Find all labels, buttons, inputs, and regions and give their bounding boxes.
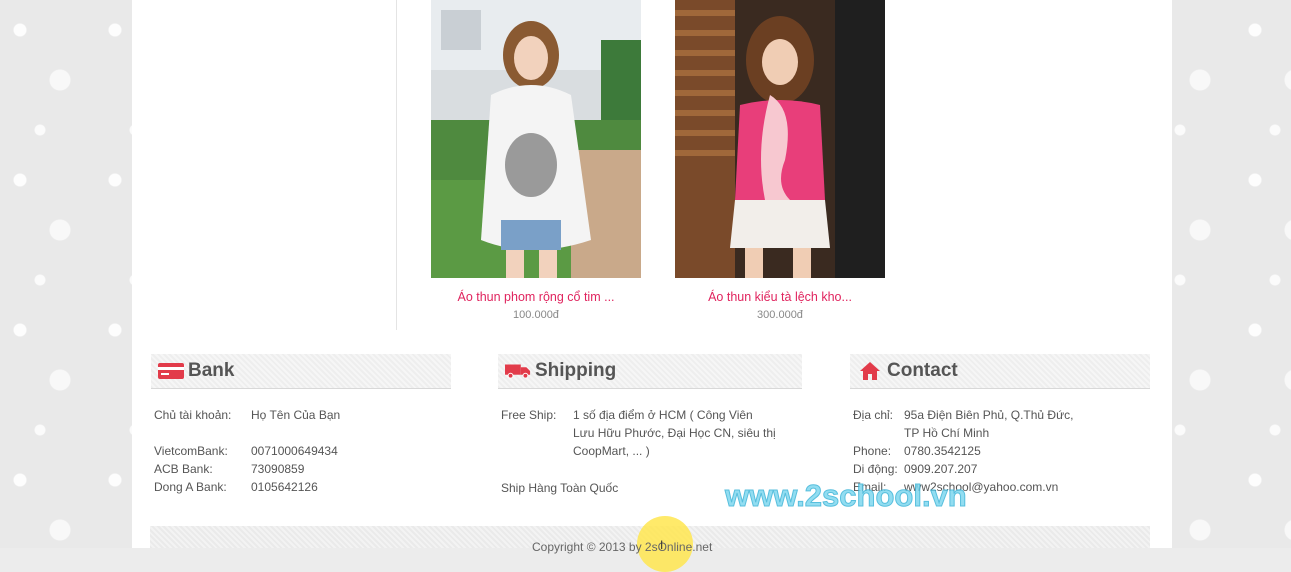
shipping-header: Shipping [498,354,802,389]
contact-section: Contact [850,354,1150,389]
bank-account-number: 0071000649434 [251,444,338,458]
product-price: 100.000đ [513,309,559,321]
shipping-title: Shipping [535,360,617,381]
bank-title: Bank [188,360,235,381]
bank-account-label: Dong A Bank: [154,480,227,494]
contact-title: Contact [887,360,958,381]
home-icon [857,362,883,380]
free-ship-label: Free Ship: [501,408,557,422]
product-name[interactable]: Áo thun kiểu tà lệch kho... [675,290,885,304]
address-label: Địa chỉ: [853,408,894,422]
free-ship-line: 1 số địa điểm ở HCM ( Công Viên [573,408,753,422]
watermark-text: www.2school.vn [725,478,968,514]
free-ship-line: Lưu Hữu Phước, Đại Học CN, siêu thị [573,426,776,440]
phone-value[interactable]: 0780.3542125 [904,442,981,460]
contact-header: Contact [850,354,1150,389]
truck-icon [505,362,531,380]
content-divider [396,0,397,330]
phone-label: Phone: [853,444,892,458]
product-image[interactable] [431,0,641,278]
product-image[interactable] [675,0,885,278]
address-line: 95a Điện Biên Phủ, Q.Thủ Đức, [904,408,1074,422]
credit-card-icon [158,362,184,380]
text-cursor-icon: I [660,538,664,552]
mobile-label: Di động: [853,462,898,476]
product-card[interactable]: Áo thun kiểu tà lệch kho... 300.000đ [675,0,885,321]
product-price: 300.000đ [757,309,803,321]
nationwide-shipping: Ship Hàng Toàn Quốc [501,481,619,495]
bank-account-number: 0105642126 [251,480,318,494]
bank-section: Bank [151,354,451,389]
mobile-value[interactable]: 0909.207.207 [904,460,977,478]
bank-header: Bank [151,354,451,389]
copyright-text: Copyright © 2013 by 2sOnline.net [532,540,713,554]
product-name[interactable]: Áo thun phom rộng cổ tim ... [431,290,641,304]
address-line: TP Hồ Chí Minh [904,426,990,440]
bank-account-label: ACB Bank: [154,462,213,476]
product-card[interactable]: Áo thun phom rộng cổ tim ... 100.000đ [431,0,641,321]
account-holder-value: Họ Tên Của Bạn [251,408,341,422]
free-ship-line: CoopMart, ... ) [573,444,650,458]
shipping-section: Shipping [498,354,802,389]
account-holder-label: Chủ tài khoản: [154,408,232,422]
bank-account-number: 73090859 [251,462,305,476]
bank-account-label: VietcomBank: [154,444,228,458]
